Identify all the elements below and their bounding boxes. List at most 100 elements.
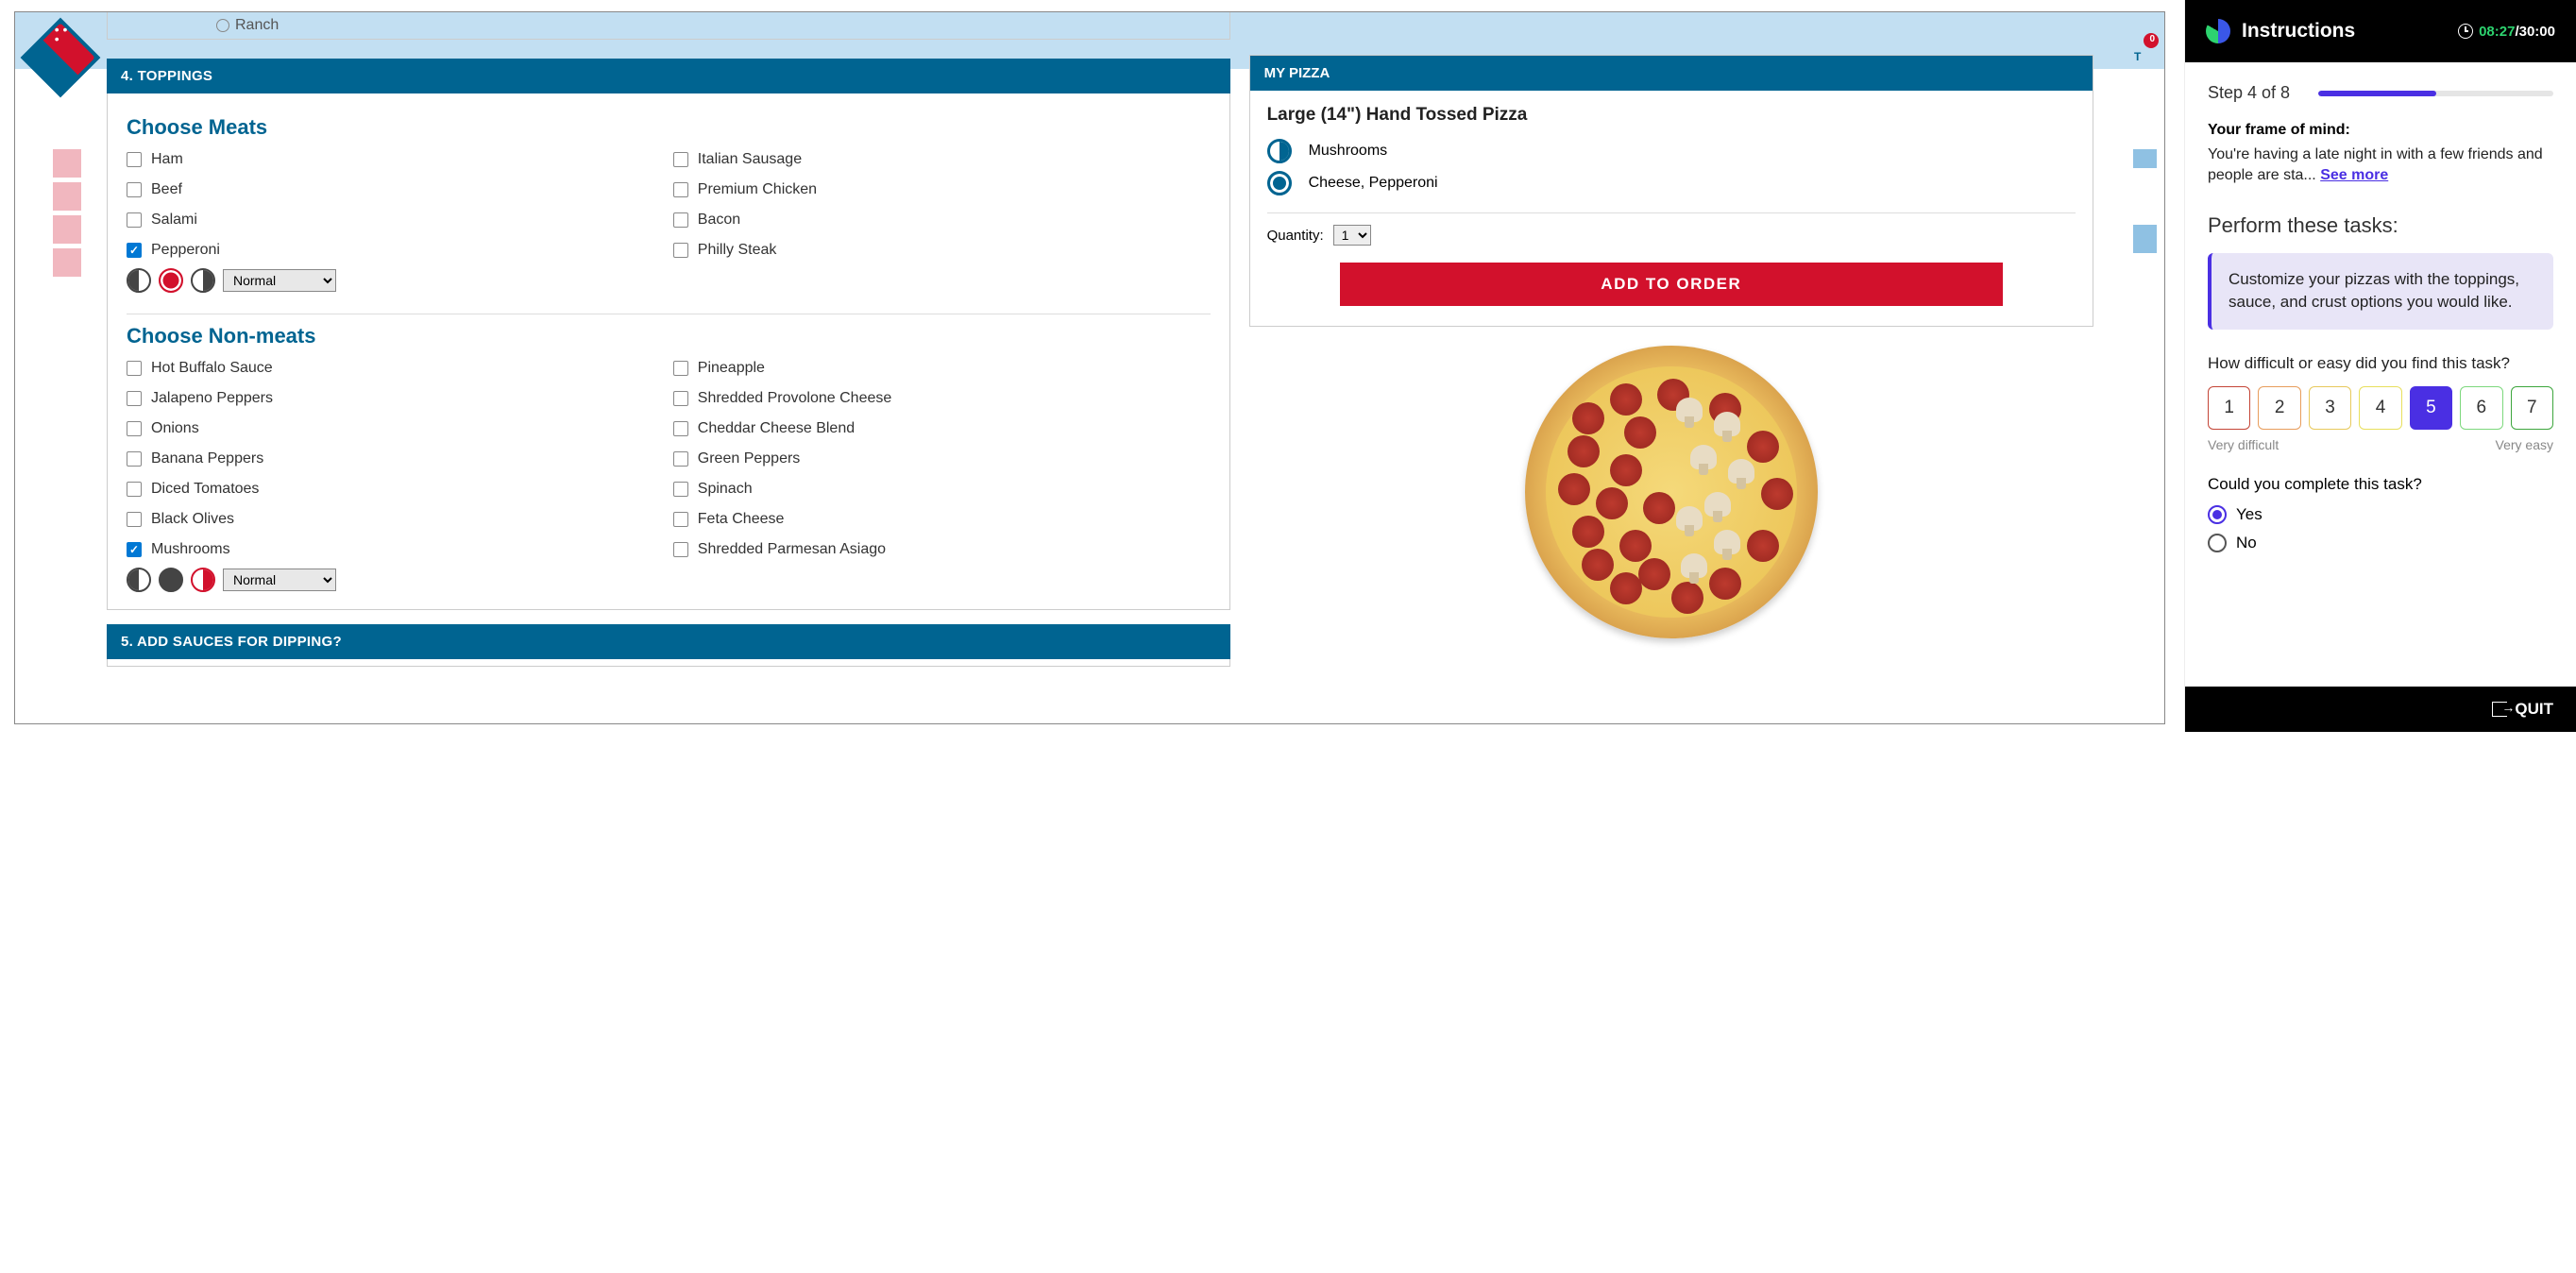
coverage-left-icon[interactable] <box>127 568 151 592</box>
pizza-title: Large (14") Hand Tossed Pizza <box>1267 105 2076 126</box>
cart-count: 0 <box>2149 34 2155 44</box>
mushrooms-amount-select[interactable]: Normal <box>223 569 336 591</box>
checkbox-icon <box>673 212 688 228</box>
mushrooms-amount-row: Normal <box>127 568 1211 592</box>
coverage-left-icon[interactable] <box>127 268 151 293</box>
coverage-whole-icon <box>1267 171 1292 195</box>
topping-cheddar[interactable]: Cheddar Cheese Blend <box>673 420 1211 437</box>
progress-bar <box>2318 91 2553 96</box>
topping-mushrooms[interactable]: Mushrooms <box>127 541 664 558</box>
topping-pineapple[interactable]: Pineapple <box>673 360 1211 377</box>
section-banner-dipping: 5. ADD SAUCES FOR DIPPING? <box>107 624 1230 659</box>
legend-left: Very difficult <box>2208 437 2279 452</box>
timer-elapsed: 08:27 <box>2479 24 2515 40</box>
add-to-order-button[interactable]: ADD TO ORDER <box>1340 263 2003 306</box>
rating-row: 1 2 3 4 5 6 7 <box>2208 386 2553 430</box>
nonmeats-heading: Choose Non-meats <box>127 324 1211 348</box>
checkbox-icon <box>127 451 142 467</box>
radio-icon <box>2208 505 2227 524</box>
coverage-whole-icon[interactable] <box>159 568 183 592</box>
topping-onions[interactable]: Onions <box>127 420 664 437</box>
sauce-label: Ranch <box>235 17 279 34</box>
my-pizza-card: MY PIZZA Large (14") Hand Tossed Pizza M… <box>1249 55 2093 327</box>
rating-6[interactable]: 6 <box>2460 386 2502 430</box>
topping-ham[interactable]: Ham <box>127 151 664 168</box>
topping-banana-peppers[interactable]: Banana Peppers <box>127 450 664 467</box>
topping-jalapeno[interactable]: Jalapeno Peppers <box>127 390 664 407</box>
coverage-right-icon[interactable] <box>191 568 215 592</box>
topping-bacon[interactable]: Bacon <box>673 212 1211 229</box>
checkbox-icon <box>673 451 688 467</box>
pepperoni-amount-select[interactable]: Normal <box>223 269 336 292</box>
coverage-whole-icon[interactable] <box>159 268 183 293</box>
rating-3[interactable]: 3 <box>2309 386 2351 430</box>
brand-logo-icon <box>2206 19 2230 43</box>
topping-black-olives[interactable]: Black Olives <box>127 511 664 528</box>
frame-of-mind-text: You're having a late night in with a few… <box>2208 144 2553 187</box>
rating-7[interactable]: 7 <box>2511 386 2553 430</box>
radio-label: Yes <box>2236 505 2262 524</box>
checkbox-icon <box>127 391 142 406</box>
radio-label: No <box>2236 534 2257 552</box>
quantity-select[interactable]: 1 <box>1333 225 1371 246</box>
bg-accent <box>2133 149 2157 168</box>
complete-yes[interactable]: Yes <box>2208 505 2553 524</box>
sidebar-header: Instructions 08:27/30:00 <box>2185 0 2576 62</box>
topping-premium-chicken[interactable]: Premium Chicken <box>673 181 1211 198</box>
embedded-app-pane: 0T Ranch 4. TOPPINGS Choose Meats Ham <box>0 0 2184 732</box>
see-more-link[interactable]: See more <box>2320 167 2388 183</box>
checkbox-icon <box>127 212 142 228</box>
checkbox-icon <box>673 391 688 406</box>
topping-beef[interactable]: Beef <box>127 181 664 198</box>
clock-icon <box>2458 24 2473 39</box>
topping-spinach[interactable]: Spinach <box>673 481 1211 498</box>
customize-column: Ranch 4. TOPPINGS Choose Meats Ham Itali… <box>107 12 1230 723</box>
checkbox-icon <box>127 482 142 497</box>
topping-hot-buffalo[interactable]: Hot Buffalo Sauce <box>127 360 664 377</box>
rating-4[interactable]: 4 <box>2359 386 2401 430</box>
rating-1[interactable]: 1 <box>2208 386 2250 430</box>
topping-pepperoni[interactable]: Pepperoni <box>127 242 664 259</box>
rating-5[interactable]: 5 <box>2410 386 2452 430</box>
topping-parmesan[interactable]: Shredded Parmesan Asiago <box>673 541 1211 558</box>
checkbox-icon <box>673 421 688 436</box>
cart-icon[interactable]: 0T <box>2134 50 2157 76</box>
truncated-sauce-section: Ranch <box>107 12 1230 40</box>
complete-label: Could you complete this task? <box>2208 475 2553 494</box>
checkbox-icon <box>127 421 142 436</box>
quit-button[interactable]: QUIT <box>2515 700 2553 719</box>
pizza-preview <box>1525 346 1818 638</box>
topping-philly-steak[interactable]: Philly Steak <box>673 242 1211 259</box>
coverage-half-icon <box>1267 139 1292 163</box>
topping-italian-sausage[interactable]: Italian Sausage <box>673 151 1211 168</box>
checkbox-icon <box>673 542 688 557</box>
step-row: Step 4 of 8 <box>2208 83 2553 103</box>
meats-grid: Ham Italian Sausage Beef Premium Chicken… <box>127 151 1211 259</box>
checkbox-icon <box>127 243 142 258</box>
my-pizza-header: MY PIZZA <box>1250 56 2093 91</box>
bg-promo <box>53 149 81 319</box>
topping-green-peppers[interactable]: Green Peppers <box>673 450 1211 467</box>
section-banner-toppings: 4. TOPPINGS <box>107 59 1230 93</box>
topping-feta[interactable]: Feta Cheese <box>673 511 1211 528</box>
my-pizza-column: MY PIZZA Large (14") Hand Tossed Pizza M… <box>1249 12 2093 723</box>
topping-provolone[interactable]: Shredded Provolone Cheese <box>673 390 1211 407</box>
app-frame: 0T Ranch 4. TOPPINGS Choose Meats Ham <box>14 11 2165 724</box>
instructions-sidebar: Instructions 08:27/30:00 Step 4 of 8 You… <box>2184 0 2576 732</box>
checkbox-icon <box>673 243 688 258</box>
checkbox-icon <box>127 182 142 197</box>
quantity-row: Quantity: 1 <box>1267 225 2076 246</box>
topping-salami[interactable]: Salami <box>127 212 664 229</box>
checkbox-icon <box>127 361 142 376</box>
exit-icon <box>2492 702 2507 717</box>
complete-no[interactable]: No <box>2208 534 2553 552</box>
rating-2[interactable]: 2 <box>2258 386 2300 430</box>
checkbox-icon <box>673 361 688 376</box>
checkbox-icon <box>127 152 142 167</box>
sauce-option-ranch[interactable]: Ranch <box>216 17 1229 34</box>
checkbox-icon <box>673 512 688 527</box>
topping-diced-tomatoes[interactable]: Diced Tomatoes <box>127 481 664 498</box>
toppings-body: Choose Meats Ham Italian Sausage Beef Pr… <box>107 93 1230 610</box>
coverage-right-icon[interactable] <box>191 268 215 293</box>
checkbox-icon <box>673 152 688 167</box>
